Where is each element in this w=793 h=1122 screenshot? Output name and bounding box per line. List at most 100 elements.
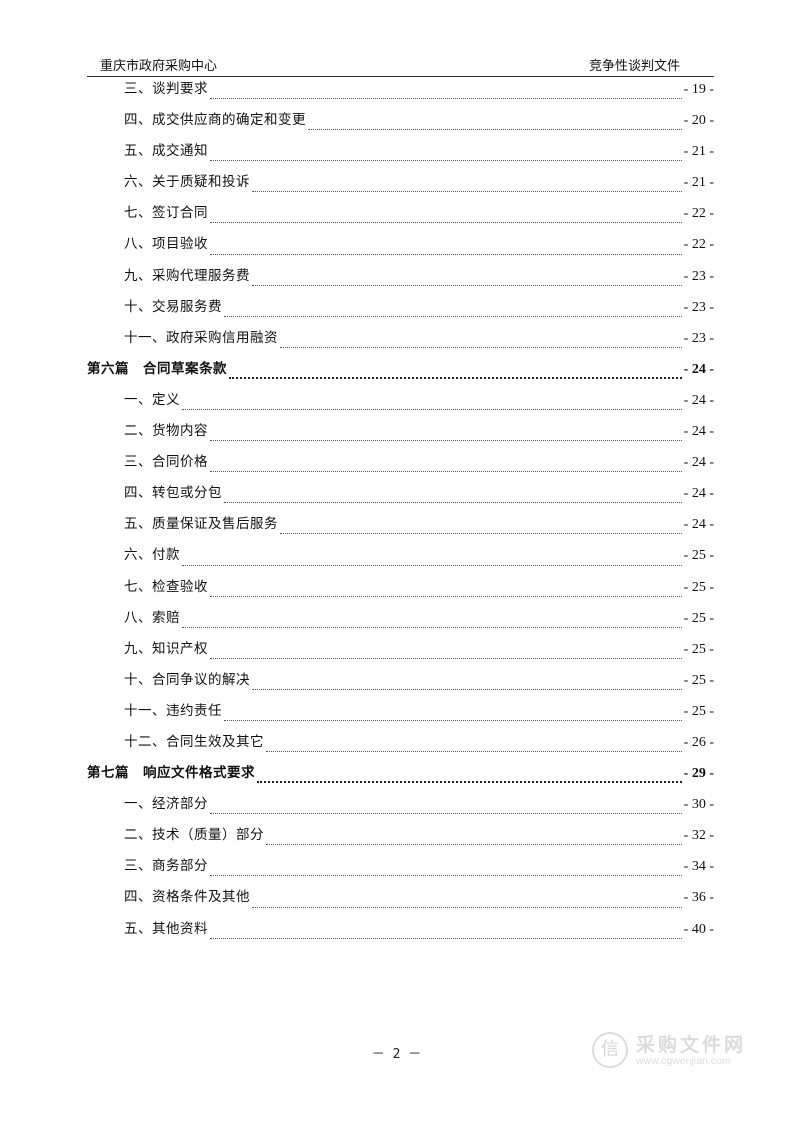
toc-dot-leader <box>210 470 682 473</box>
toc-section-entry[interactable]: 五、质量保证及售后服务 - 24 - <box>87 513 714 544</box>
toc-entry-page: - 20 - <box>683 113 714 129</box>
toc-entry-title: 十、合同争议的解决 <box>124 671 250 688</box>
toc-entry-title: 十一、政府采购信用融资 <box>124 329 278 346</box>
toc-dot-leader <box>210 97 682 100</box>
toc-entry-page: - 24 - <box>683 361 714 377</box>
toc-section-entry[interactable]: 二、货物内容 - 24 - <box>87 420 714 451</box>
toc-section-entry[interactable]: 九、采购代理服务费 - 23 - <box>87 265 714 296</box>
toc-section-entry[interactable]: 三、谈判要求 - 19 - <box>87 78 714 109</box>
toc-section-entry[interactable]: 九、知识产权 - 25 - <box>87 638 714 669</box>
toc-section-entry[interactable]: 三、合同价格 - 24 - <box>87 451 714 482</box>
toc-entry-page: - 25 - <box>683 610 714 626</box>
toc-entry-page: - 25 - <box>683 703 714 719</box>
toc-entry-page: - 25 - <box>683 672 714 688</box>
header-organization: 重庆市政府采购中心 <box>100 59 218 74</box>
toc-section-entry[interactable]: 六、关于质疑和投诉 - 21 - <box>87 171 714 202</box>
toc-dot-leader <box>182 626 682 628</box>
toc-entry-page: - 30 - <box>683 797 714 813</box>
toc-section-entry[interactable]: 三、商务部分 - 34 - <box>87 855 714 886</box>
toc-dot-leader <box>252 190 682 193</box>
toc-entry-title: 四、转包或分包 <box>124 485 222 502</box>
toc-section-entry[interactable]: 五、其他资料 - 40 - <box>87 918 714 949</box>
toc-entry-title: 九、采购代理服务费 <box>124 267 250 284</box>
toc-entry-page: - 25 - <box>683 641 714 657</box>
toc-dot-leader <box>210 595 682 597</box>
toc-part-entry[interactable]: 第七篇 响应文件格式要求 - 29 - <box>87 762 714 793</box>
toc-entry-title: 十一、违约责任 <box>124 702 222 719</box>
toc-entry-title: 八、项目验收 <box>124 236 208 253</box>
toc-dot-leader <box>210 221 682 224</box>
toc-entry-title: 十二、合同生效及其它 <box>124 733 264 750</box>
toc-section-entry[interactable]: 四、成交供应商的确定和变更 - 20 - <box>87 109 714 140</box>
toc-dot-leader <box>266 750 682 753</box>
toc-entry-title: 五、其他资料 <box>124 920 208 937</box>
toc-dot-leader <box>210 874 682 877</box>
toc-part-entry[interactable]: 第六篇 合同草案条款 - 24 - <box>87 358 714 389</box>
header-document-type: 竞争性谈判文件 <box>588 59 680 74</box>
toc-entry-page: - 25 - <box>683 579 714 595</box>
toc-entry-title: 五、质量保证及售后服务 <box>124 516 278 533</box>
toc-section-entry[interactable]: 八、项目验收 - 22 - <box>87 233 714 264</box>
toc-entry-title: 六、付款 <box>124 547 180 564</box>
toc-entry-title: 七、签订合同 <box>124 205 208 222</box>
toc-entry-page: - 22 - <box>683 237 714 253</box>
toc-section-entry[interactable]: 六、付款 - 25 - <box>87 544 714 575</box>
toc-section-entry[interactable]: 一、定义 - 24 - <box>87 389 714 420</box>
toc-dot-leader <box>210 253 682 255</box>
watermark-logo-icon: 信 <box>592 1032 628 1068</box>
toc-entry-title: 十、交易服务费 <box>124 298 222 315</box>
toc-entry-page: - 24 - <box>683 486 714 502</box>
toc-dot-leader <box>229 376 682 379</box>
toc-section-entry[interactable]: 二、技术（质量）部分 - 32 - <box>87 824 714 855</box>
toc-section-entry[interactable]: 八、索赔 - 25 - <box>87 607 714 638</box>
toc-section-entry[interactable]: 七、签订合同 - 22 - <box>87 202 714 233</box>
toc-section-entry[interactable]: 十二、合同生效及其它 - 26 - <box>87 731 714 762</box>
toc-entry-page: - 23 - <box>683 268 714 284</box>
toc-section-entry[interactable]: 十、合同争议的解决 - 25 - <box>87 669 714 700</box>
toc-section-entry[interactable]: 十、交易服务费 - 23 - <box>87 296 714 327</box>
toc-entry-page: - 22 - <box>683 206 714 222</box>
toc-entry-title: 三、合同价格 <box>124 454 208 471</box>
toc-dot-leader <box>252 906 682 908</box>
toc-entry-page: - 24 - <box>683 392 714 408</box>
toc-entry-title: 七、检查验收 <box>124 578 208 595</box>
toc-entry-page: - 29 - <box>683 766 714 782</box>
toc-entry-title: 四、资格条件及其他 <box>124 889 250 906</box>
toc-entry-page: - 21 - <box>683 144 714 160</box>
toc-entry-title: 四、成交供应商的确定和变更 <box>124 112 306 129</box>
toc-entry-page: - 21 - <box>683 175 714 191</box>
toc-entry-page: - 40 - <box>683 921 714 937</box>
toc-section-entry[interactable]: 十一、违约责任 - 25 - <box>87 700 714 731</box>
toc-dot-leader <box>252 688 682 690</box>
toc-dot-leader <box>280 346 682 348</box>
watermark: 信 采购文件网 www.cgwenjian.com <box>592 1030 762 1074</box>
toc-dot-leader <box>252 284 682 286</box>
toc-section-entry[interactable]: 四、资格条件及其他 - 36 - <box>87 886 714 917</box>
toc-section-entry[interactable]: 十一、政府采购信用融资 - 23 - <box>87 327 714 358</box>
watermark-name: 采购文件网 <box>636 1034 747 1056</box>
toc-dot-leader <box>182 564 682 566</box>
toc-entry-title: 三、商务部分 <box>124 858 208 875</box>
toc-entry-page: - 23 - <box>683 330 714 346</box>
toc-section-entry[interactable]: 一、经济部分 - 30 - <box>87 793 714 824</box>
toc-dot-leader <box>210 657 682 659</box>
toc-dot-leader <box>182 408 682 411</box>
toc-section-entry[interactable]: 七、检查验收 - 25 - <box>87 576 714 607</box>
toc-section-entry[interactable]: 五、成交通知 - 21 - <box>87 140 714 171</box>
toc-dot-leader <box>210 937 682 939</box>
page-header: 重庆市政府采购中心 竞争性谈判文件 <box>87 58 714 77</box>
toc-section-entry[interactable]: 四、转包或分包 - 24 - <box>87 482 714 513</box>
toc-entry-title: 三、谈判要求 <box>124 81 208 97</box>
toc-entry-title: 八、索赔 <box>124 609 180 626</box>
toc-entry-title: 一、经济部分 <box>124 796 208 813</box>
toc-dot-leader <box>308 128 682 131</box>
toc-entry-page: - 32 - <box>683 828 714 844</box>
toc-entry-title: 第六篇 合同草案条款 <box>87 360 227 377</box>
toc-dot-leader <box>210 812 682 815</box>
toc-entry-page: - 24 - <box>683 517 714 533</box>
toc-entry-page: - 36 - <box>683 890 714 906</box>
toc-dot-leader <box>280 532 682 535</box>
toc-dot-leader <box>257 780 682 784</box>
table-of-contents: 三、谈判要求 - 19 - 四、成交供应商的确定和变更 - 20 - 五、成交通知 - 2… <box>87 78 714 949</box>
toc-entry-page: - 34 - <box>683 859 714 875</box>
